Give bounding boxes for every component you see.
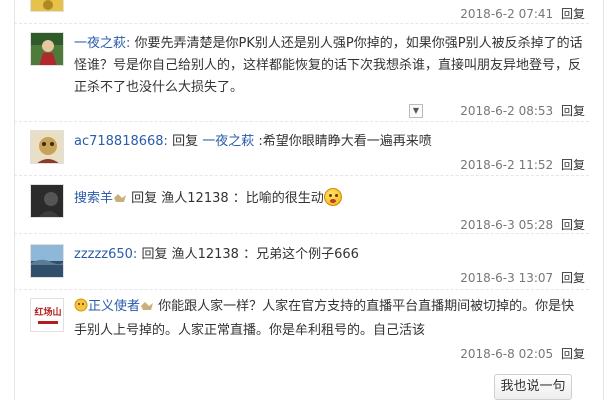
reply-target-username[interactable]: 渔人12138	[161, 191, 228, 206]
reply-link[interactable]: 回复	[561, 271, 585, 285]
comment-username[interactable]: zzzzz650:	[74, 247, 137, 262]
comment-time: 2018-6-2 07:41	[460, 7, 554, 21]
avatar[interactable]	[30, 130, 64, 164]
avatar[interactable]: 红场山	[30, 298, 64, 332]
comment-time: 2018-6-2 08:53	[460, 104, 554, 118]
reply-link[interactable]: 回复	[561, 347, 585, 361]
user-level-icon	[140, 298, 154, 320]
comment-username[interactable]: 一夜之萩:	[74, 36, 130, 51]
reply-word: 回复	[167, 134, 203, 149]
comment-body: 正义使者 你能跟人家一样？人家在官方支持的直播平台直播期间被切掉的。你是快手别人…	[74, 296, 586, 342]
avatar[interactable]	[30, 244, 64, 278]
comment-time: 2018-6-3 05:28	[460, 218, 554, 232]
comment-username[interactable]: 正义使者	[88, 299, 140, 314]
reply-target-username[interactable]: 一夜之萩	[202, 134, 254, 149]
comment-meta: 2018-6-2 11:52 回复	[460, 156, 585, 173]
comment-username[interactable]: ac718818668:	[74, 134, 168, 149]
comment-text: 你要先弄清楚是你PK别人还是别人强P你掉的，如果你强P别人被反杀掉了的话怪谁？号…	[74, 36, 583, 95]
comment-time: 2018-6-3 13:07	[460, 271, 554, 285]
comment-item: 一夜之萩: 你要先弄清楚是你PK别人还是别人强P你掉的，如果你强P别人被反杀掉了…	[14, 24, 589, 122]
comment-body: zzzzz650: 回复 渔人12138 ：兄弟这个例子666	[74, 244, 586, 266]
comment-item: ac718818668: 回复 一夜之萩 :希望你眼睛睁大看一遍再来喷 2018…	[14, 122, 589, 176]
avatar-logo-text: 红场山	[34, 306, 61, 318]
comment-meta: 2018-6-3 13:07 回复	[460, 269, 585, 286]
reply-link[interactable]: 回复	[561, 158, 585, 172]
comment-meta: 2018-6-3 05:28 回复	[460, 216, 585, 233]
collapse-toggle-icon[interactable]: ▼	[409, 104, 423, 118]
comment-time: 2018-6-8 02:05	[460, 347, 554, 361]
comment-time: 2018-6-2 11:52	[460, 158, 554, 172]
reply-link[interactable]: 回复	[561, 218, 585, 232]
reply-word: 回复	[137, 247, 172, 262]
smiley-emoji-icon	[323, 188, 342, 206]
comment-meta: 2018-6-2 08:53 回复	[460, 102, 585, 119]
avatar[interactable]	[30, 32, 64, 66]
comment-body: 搜索羊 回复 渔人12138 ：比喻的很生动	[74, 188, 586, 212]
avatar[interactable]	[30, 184, 64, 218]
comment-item: 红场山 正义使者 你能跟人家一样？人家在官方支持的直播平台直播期间被切掉的。你是…	[14, 290, 589, 366]
comment-meta: 2018-6-8 02:05 回复	[460, 345, 585, 362]
comment-text: ：兄弟这个例子666	[238, 247, 359, 262]
reply-word: 回复	[127, 191, 162, 206]
comment-item: 搜索羊 回复 渔人12138 ：比喻的很生动 2018-6-3 05:28 回复	[14, 176, 589, 234]
avatar[interactable]	[30, 0, 64, 12]
user-badge-icon	[74, 298, 88, 320]
reply-target-username[interactable]: 渔人12138	[172, 247, 239, 262]
comment-body: ac718818668: 回复 一夜之萩 :希望你眼睛睁大看一遍再来喷	[74, 131, 586, 153]
comment-text: ：比喻的很生动	[228, 191, 324, 206]
comment-text: :希望你眼睛睁大看一遍再来喷	[254, 134, 432, 149]
comment-username[interactable]: 搜索羊	[74, 191, 113, 206]
comment-meta: 2018-6-2 07:41 回复	[460, 5, 585, 22]
comment-body: 一夜之萩: 你要先弄清楚是你PK别人还是别人强P你掉的，如果你强P别人被反杀掉了…	[74, 33, 586, 99]
comment-item: 2018-6-2 07:41 回复	[14, 0, 589, 24]
reply-link[interactable]: 回复	[561, 104, 585, 118]
user-level-icon	[113, 190, 127, 212]
comment-item: zzzzz650: 回复 渔人12138 ：兄弟这个例子666 2018-6-3…	[14, 234, 589, 290]
post-comment-button[interactable]: 我也说一句	[494, 374, 572, 400]
reply-link[interactable]: 回复	[561, 7, 585, 21]
